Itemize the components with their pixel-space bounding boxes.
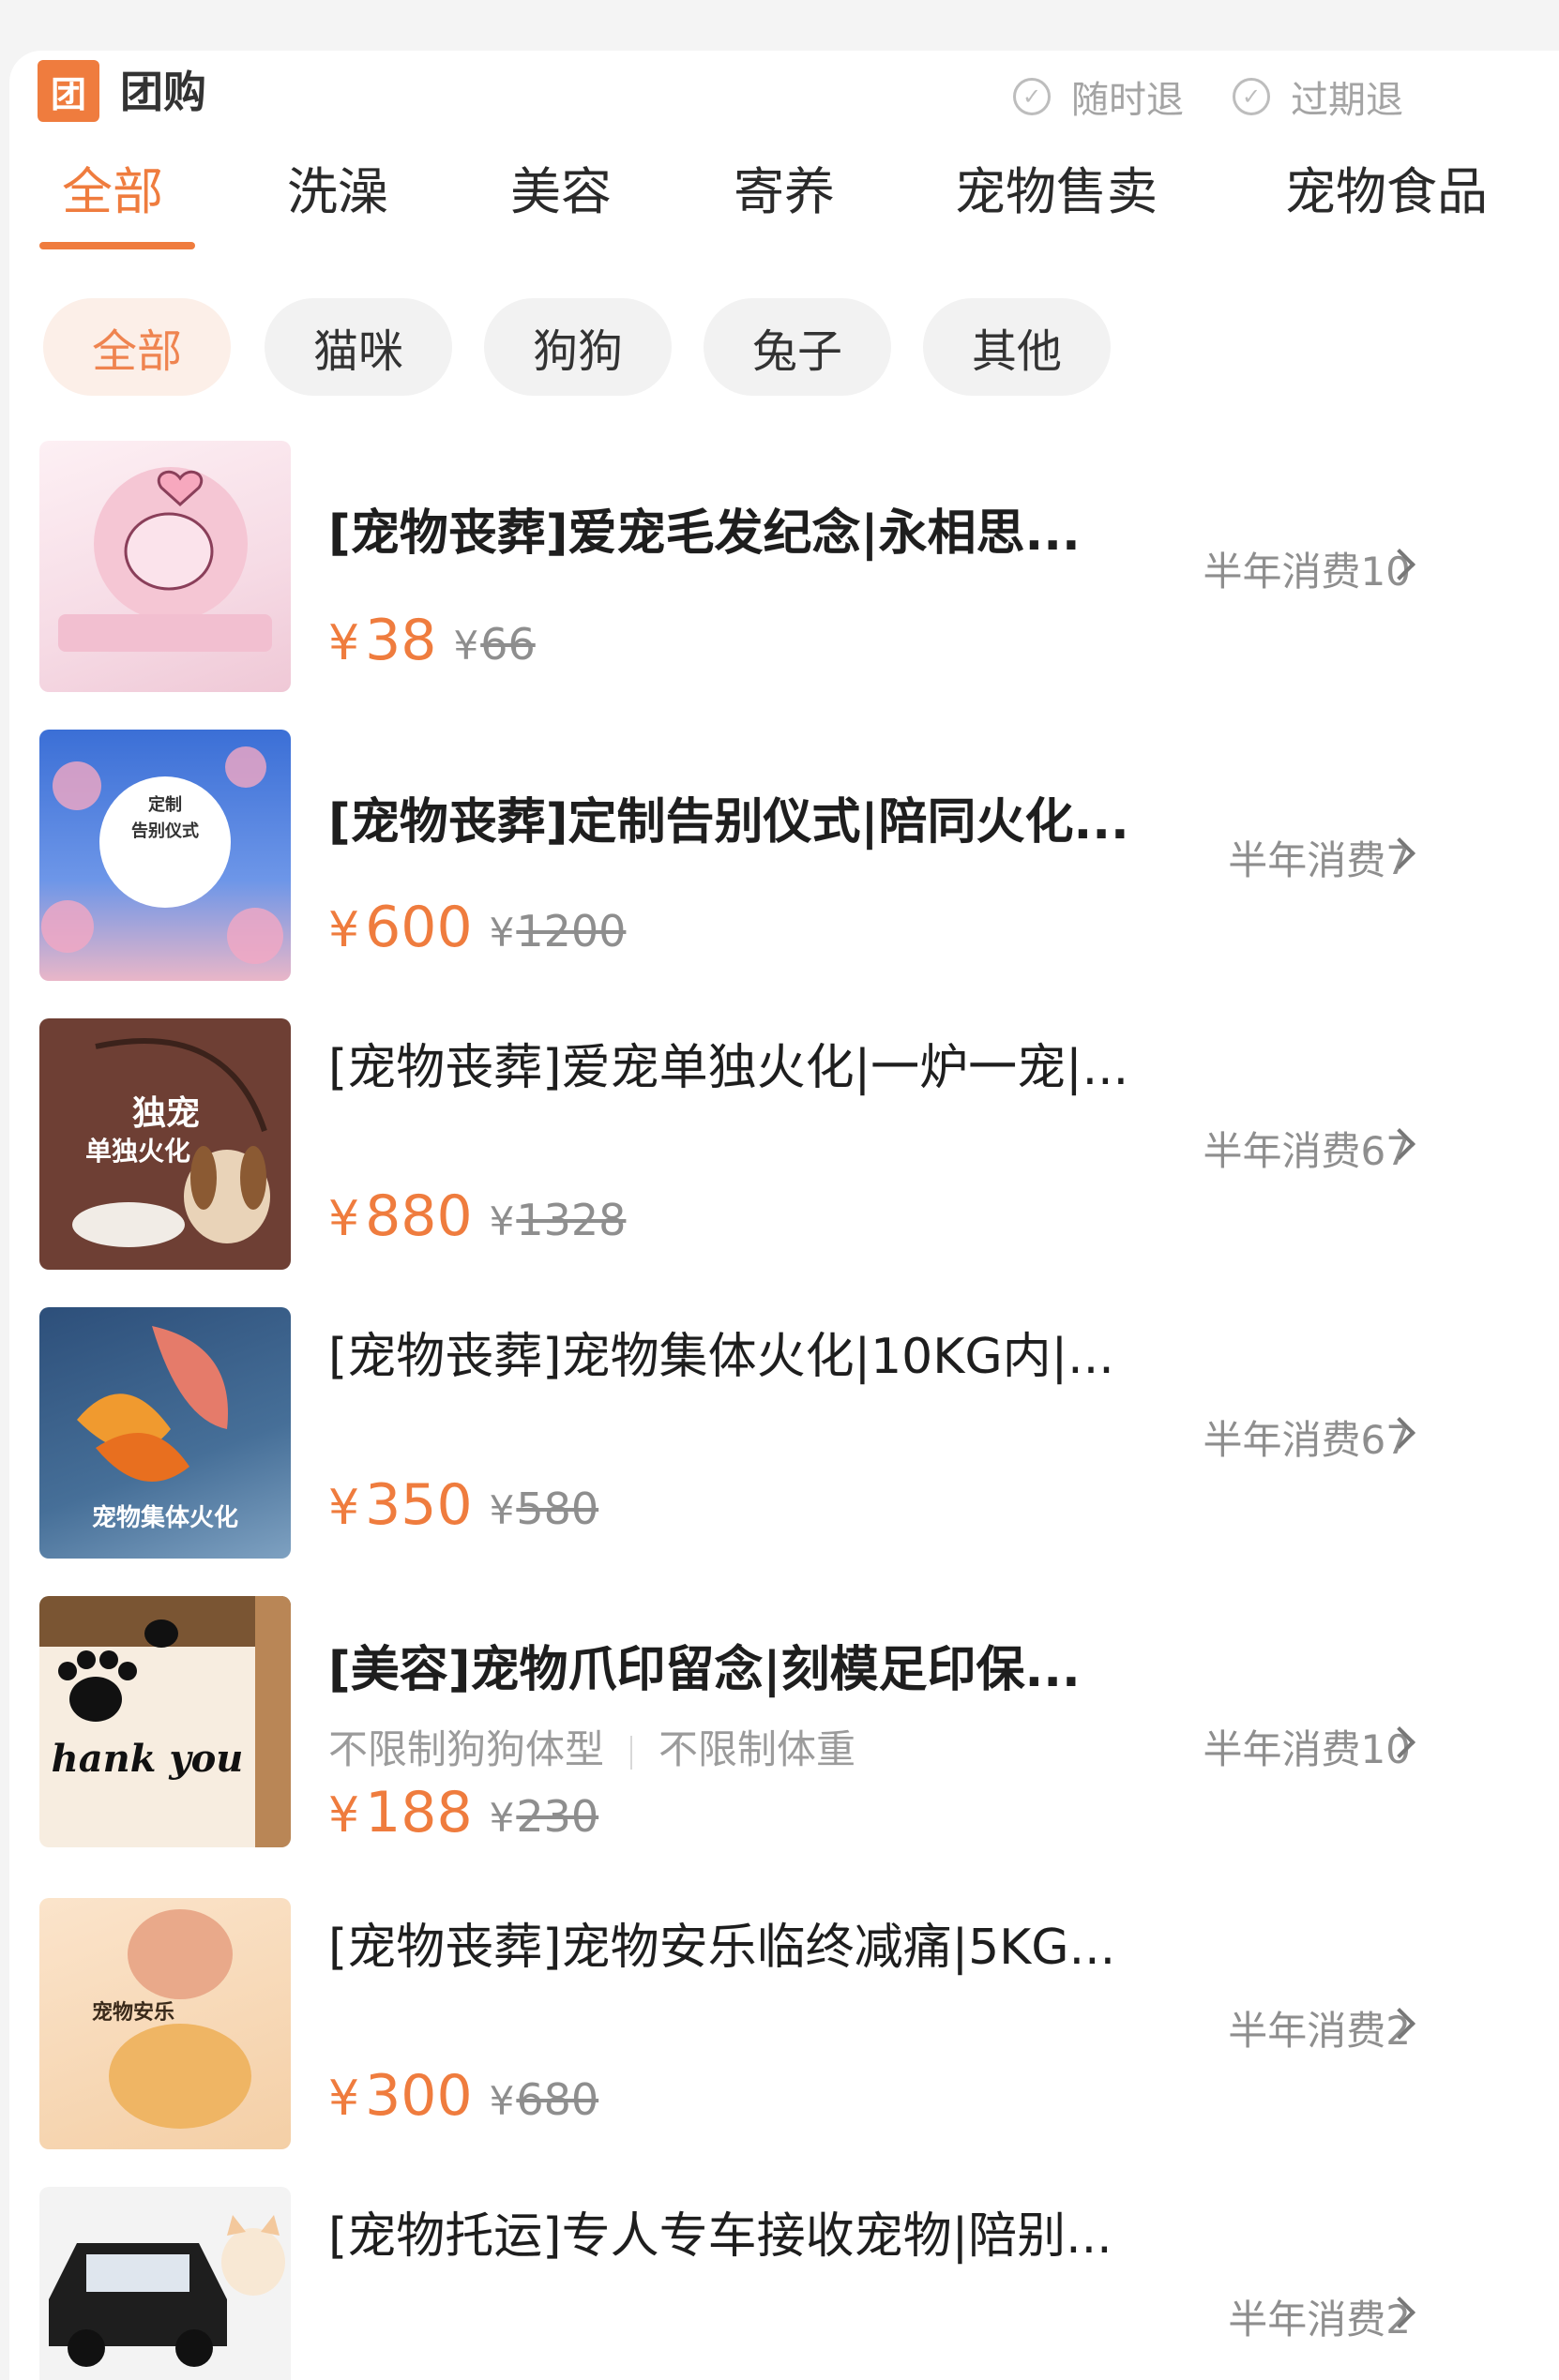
tab-bathing[interactable]: 洗澡 <box>287 150 388 224</box>
deal-title: [美容]宠物爪印留念|刻模足印保... <box>328 1642 1081 1698</box>
deal-price: ¥188 ¥230 <box>328 1780 599 1845</box>
deal-item[interactable]: hank you [美容]宠物爪印留念|刻模足印保... 不限制狗狗体型 不限制体… <box>0 1596 1559 1877</box>
section-title: 团购 <box>120 67 206 117</box>
thumb-caption: 告别仪式 <box>131 821 199 841</box>
original-price: ¥66 <box>453 619 536 670</box>
current-price: 38 <box>365 608 437 673</box>
current-price: 600 <box>365 895 473 960</box>
pet-filter-rabbits[interactable]: 兔子 <box>704 298 891 396</box>
original-price: ¥1328 <box>489 1195 627 1245</box>
thumb-caption: 单独火化 <box>84 1136 190 1167</box>
deal-title: [宠物丧葬]定制告别仪式|陪同火化... <box>328 794 1129 851</box>
deal-title: [宠物丧葬]爱宠毛发纪念|永相思... <box>328 505 1081 562</box>
current-price: 188 <box>365 1780 473 1845</box>
tag-divider <box>630 1735 633 1770</box>
thumb-caption: 宠物集体火化 <box>91 1504 238 1532</box>
deal-item[interactable]: 宠物安乐 [宠物丧葬]宠物安乐临终减痛|5KG... 半年消费2 ¥300 ¥68… <box>0 1898 1559 2179</box>
half-year-sales: 半年消费2 <box>1228 2297 1411 2342</box>
thumb-caption: hank you <box>51 1737 244 1781</box>
category-tabs: 全部 洗澡 美容 寄养 宠物售卖 宠物食品 <box>0 150 1559 263</box>
pet-filter-dogs[interactable]: 狗狗 <box>484 298 672 396</box>
deal-thumbnail: 定制 告别仪式 <box>39 730 291 981</box>
deal-item[interactable]: [宠物托运]专人专车接收宠物|陪别... 半年消费2 <box>0 2187 1559 2380</box>
expiry-refund-badge: ✓ 过期退 <box>1233 69 1403 124</box>
deal-item[interactable]: 定制 告别仪式 [宠物丧葬]定制告别仪式|陪同火化... 半年消费7 ¥600 ¥… <box>0 730 1559 1011</box>
deal-title: [宠物丧葬]宠物安乐临终减痛|5KG... <box>328 1920 1116 1976</box>
half-year-sales: 半年消费2 <box>1228 2008 1411 2054</box>
original-price: ¥680 <box>489 2074 599 2125</box>
deal-thumbnail: 独宠 单独火化 <box>39 1018 291 1270</box>
pet-filter-cats[interactable]: 猫咪 <box>265 298 452 396</box>
deal-price: ¥600 ¥1200 <box>328 895 627 960</box>
deal-item[interactable]: 宠物集体火化 [宠物丧葬]宠物集体火化|10KG内|... 半年消费67 ¥35… <box>0 1307 1559 1589</box>
tag-no-dog-size-limit: 不限制狗狗体型 <box>328 1726 605 1772</box>
group-buy-logo: 团 <box>38 60 99 122</box>
current-price: 350 <box>365 1472 473 1538</box>
anytime-refund-badge: ✓ 随时退 <box>1013 69 1184 124</box>
deal-title: [宠物丧葬]爱宠单独火化|一炉一宠|... <box>328 1040 1129 1096</box>
half-year-sales: 半年消费67 <box>1203 1417 1411 1463</box>
deal-price: ¥880 ¥1328 <box>328 1183 627 1249</box>
deal-thumbnail: 宠物集体火化 <box>39 1307 291 1559</box>
thumb-caption: 宠物安乐 <box>91 2001 174 2025</box>
active-tab-indicator <box>39 242 195 249</box>
half-year-sales: 半年消费67 <box>1203 1128 1411 1174</box>
tab-pet-sales[interactable]: 宠物售卖 <box>955 150 1158 224</box>
half-year-sales: 半年消费7 <box>1228 837 1411 883</box>
half-year-sales: 半年消费10 <box>1203 1726 1411 1772</box>
pet-filter-others[interactable]: 其他 <box>923 298 1111 396</box>
deal-tags: 不限制狗狗体型 不限制体重 <box>328 1718 855 1775</box>
tab-grooming[interactable]: 美容 <box>510 150 612 224</box>
original-price: ¥1200 <box>489 906 627 957</box>
tab-all[interactable]: 全部 <box>62 150 163 224</box>
deal-thumbnail <box>39 2187 291 2380</box>
check-circle-icon: ✓ <box>1013 78 1051 115</box>
thumb-caption: 定制 <box>148 795 182 815</box>
original-price: ¥230 <box>489 1791 599 1842</box>
deal-thumbnail: 宠物安乐 <box>39 1898 291 2149</box>
deal-item[interactable]: 独宠 单独火化 [宠物丧葬]爱宠单独火化|一炉一宠|... 半年消费67 ¥88… <box>0 1018 1559 1300</box>
anytime-refund-label: 随时退 <box>1071 79 1184 122</box>
deal-price: ¥350 ¥580 <box>328 1472 599 1538</box>
thumb-caption: 独宠 <box>131 1094 200 1133</box>
deal-price: ¥38 ¥66 <box>328 608 536 673</box>
tag-no-weight-limit: 不限制体重 <box>658 1726 856 1772</box>
original-price: ¥580 <box>489 1484 599 1534</box>
current-price: 880 <box>365 1183 473 1249</box>
deal-thumbnail <box>39 441 291 692</box>
check-circle-icon: ✓ <box>1233 78 1270 115</box>
tab-boarding[interactable]: 寄养 <box>734 150 835 224</box>
expiry-refund-label: 过期退 <box>1291 79 1403 122</box>
pet-filter-all[interactable]: 全部 <box>43 298 231 396</box>
current-price: 300 <box>365 2063 473 2129</box>
deal-price: ¥300 ¥680 <box>328 2063 599 2129</box>
deal-item[interactable]: [宠物丧葬]爱宠毛发纪念|永相思... 半年消费10 ¥38 ¥66 <box>0 441 1559 722</box>
deal-title: [宠物丧葬]宠物集体火化|10KG内|... <box>328 1329 1114 1385</box>
deal-title: [宠物托运]专人专车接收宠物|陪别... <box>328 2208 1112 2265</box>
half-year-sales: 半年消费10 <box>1203 549 1411 595</box>
tab-pet-food[interactable]: 宠物食品 <box>1285 150 1488 224</box>
deal-thumbnail: hank you <box>39 1596 291 1847</box>
